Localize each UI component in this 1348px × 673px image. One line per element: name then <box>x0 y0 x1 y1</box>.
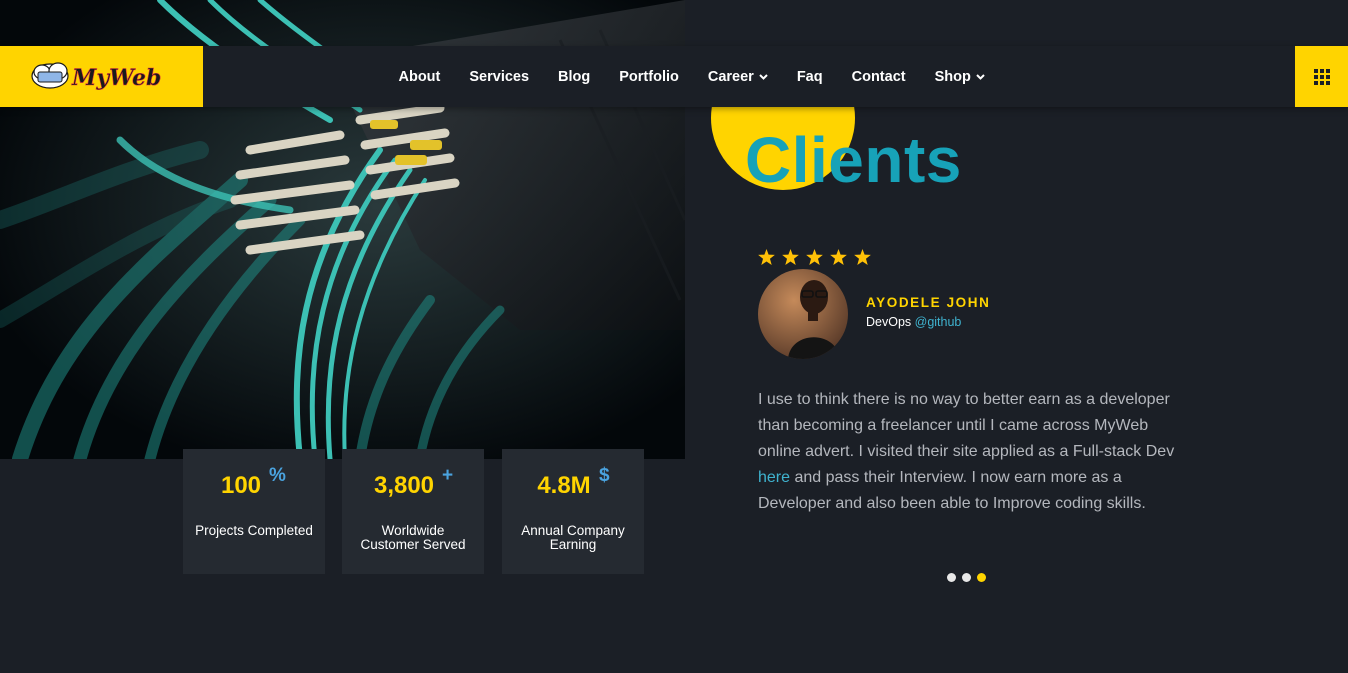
stat-label: Annual Company Earning <box>521 523 625 552</box>
nav-about[interactable]: About <box>399 69 441 85</box>
nav-blog[interactable]: Blog <box>558 69 590 85</box>
chevron-down-icon <box>759 73 768 80</box>
main-nav: About Services Blog Portfolio Career Faq… <box>384 46 999 107</box>
stat-suffix: $ <box>599 465 610 486</box>
clients-heading: Clients <box>745 124 962 196</box>
stat-value: 100 <box>220 472 262 499</box>
client-name: AYODELE JOHN <box>866 295 991 310</box>
carousel-dot-3[interactable] <box>977 573 986 582</box>
menu-grid-button[interactable] <box>1295 46 1348 107</box>
svg-text:MyWeb: MyWeb <box>71 65 161 91</box>
grid-menu-icon <box>1313 68 1330 85</box>
client-github-link[interactable]: @github <box>915 315 962 329</box>
stat-suffix: + <box>442 465 454 486</box>
rating-stars <box>758 249 871 265</box>
client-role-label: DevOps <box>866 315 912 329</box>
chevron-down-icon <box>976 73 985 80</box>
testimonial-text: I use to think there is no way to better… <box>758 387 1178 517</box>
stat-value: 3,800 <box>373 472 435 499</box>
nav-shop[interactable]: Shop <box>935 69 985 85</box>
star-icon <box>830 249 847 265</box>
carousel-dot-2[interactable] <box>962 573 971 582</box>
client-role: DevOps @github <box>866 315 961 329</box>
stat-card-projects: 100 % Projects Completed <box>183 449 325 574</box>
stat-label: Worldwide Customer Served <box>360 523 466 552</box>
stat-card-customers: 3,800 + Worldwide Customer Served <box>342 449 484 574</box>
client-avatar <box>758 269 848 359</box>
star-icon <box>758 249 775 265</box>
logo[interactable]: MyWeb <box>0 46 203 107</box>
stat-value: 4.8M <box>537 472 591 499</box>
testimonial-text-part2: and pass their Interview. I now earn mor… <box>758 469 1146 512</box>
star-icon <box>806 249 823 265</box>
logo-graphic: MyWeb <box>31 62 162 91</box>
stat-suffix: % <box>269 465 286 486</box>
nav-services[interactable]: Services <box>469 69 529 85</box>
navbar: MyWeb About Services Blog Portfolio Care… <box>0 46 1348 107</box>
carousel-dots <box>947 573 986 582</box>
stat-label: Projects Completed <box>195 523 313 538</box>
nav-portfolio[interactable]: Portfolio <box>619 69 679 85</box>
nav-faq[interactable]: Faq <box>797 69 823 85</box>
testimonial-text-part1: I use to think there is no way to better… <box>758 391 1175 460</box>
carousel-dot-1[interactable] <box>947 573 956 582</box>
nav-career[interactable]: Career <box>708 69 768 85</box>
stat-card-earning: 4.8M $ Annual Company Earning <box>502 449 644 574</box>
testimonial-here-link[interactable]: here <box>758 469 790 486</box>
star-icon <box>854 249 871 265</box>
star-icon <box>782 249 799 265</box>
nav-contact[interactable]: Contact <box>852 69 906 85</box>
